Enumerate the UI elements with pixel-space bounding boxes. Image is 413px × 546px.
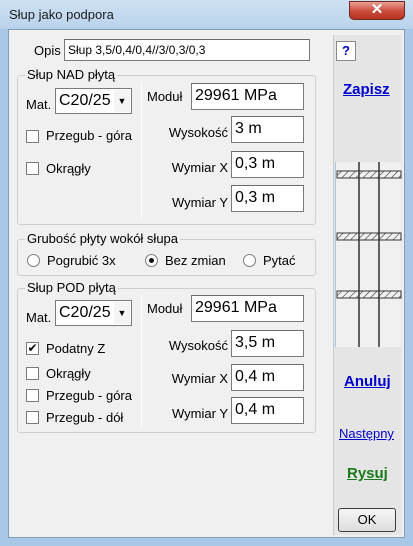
radio-pytac[interactable] [243,254,256,267]
nastepny-link[interactable]: Następny [339,426,394,441]
nad-mat-select[interactable]: C20/25 ▼ [55,88,132,114]
chevron-down-icon: ▼ [114,90,130,112]
pod-mat-select[interactable]: C20/25 ▼ [55,300,132,326]
close-icon: ✕ [370,1,384,18]
pod-wysokosc-label: Wysokość [168,338,228,353]
window-frame-bottom [0,538,413,546]
radio-bez-zmian-label: Bez zmian [165,253,226,268]
group-pod-divider [141,295,142,427]
pod-przegub-gora-checkbox[interactable] [26,389,39,402]
nad-wymiar-x-label: Wymiar X [171,160,228,175]
nad-wymiar-y-label: Wymiar Y [172,195,228,210]
nad-przegub-gora-label: Przegub - góra [46,128,132,143]
pod-przegub-dol-label: Przegub - dół [46,410,124,425]
group-slup-pod-legend: Słup POD płytą [25,280,118,295]
column-slab-diagram-icon [336,162,402,347]
pod-modul-input[interactable]: 29961 MPa [191,295,304,322]
checkmark-icon: ✔ [27,341,38,355]
pod-mat-value: C20/25 [59,304,111,321]
pod-wymiar-x-label: Wymiar X [171,371,228,386]
chevron-down-icon: ▼ [114,302,130,324]
ok-button[interactable]: OK [338,508,396,532]
group-grubosc-legend: Grubość płyty wokół słupa [25,231,181,246]
window-title: Słup jako podpora [9,7,114,22]
rysuj-link[interactable]: Rysuj [347,465,388,482]
nad-wysokosc-input[interactable]: 3 m [231,116,304,143]
pod-wysokosc-input[interactable]: 3,5 m [231,330,304,357]
nad-wymiar-x-input[interactable]: 0,3 m [231,151,304,178]
radio-bez-zmian[interactable] [145,254,158,267]
opis-label: Opis [34,43,61,58]
nad-mat-value: C20/25 [59,92,111,109]
anuluj-link[interactable]: Anuluj [344,373,391,390]
pod-okragly-label: Okrągły [46,366,91,381]
pod-podatny-z-label: Podatny Z [46,341,106,356]
pod-modul-label: Moduł [147,301,183,316]
nad-wymiar-y-input[interactable]: 0,3 m [231,185,304,212]
nad-przegub-gora-checkbox[interactable] [26,130,39,143]
help-button[interactable]: ? [336,41,356,61]
nad-wysokosc-label: Wysokość [168,125,228,140]
title-bar: Słup jako podpora ✕ [0,0,413,29]
help-icon: ? [342,43,350,58]
radio-pogrubic[interactable] [27,254,40,267]
radio-pytac-label: Pytać [263,253,296,268]
group-nad-divider [141,82,142,218]
opis-input[interactable]: Słup 3,5/0,4/0,4//3/0,3/0,3 [64,39,310,61]
close-button[interactable]: ✕ [349,1,405,20]
nad-okragly-label: Okrągły [46,161,91,176]
pod-mat-label: Mat. [26,310,52,325]
ok-button-label: OK [357,512,377,527]
pod-okragly-checkbox[interactable] [26,367,39,380]
pod-przegub-gora-label: Przegub - góra [46,388,132,403]
pod-wymiar-y-input[interactable]: 0,4 m [231,397,304,424]
group-slup-nad-legend: Słup NAD płytą [25,67,118,82]
radio-pogrubic-label: Pogrubić 3x [47,253,116,268]
nad-modul-input[interactable]: 29961 MPa [191,83,304,110]
pod-podatny-z-checkbox[interactable]: ✔ [26,342,39,355]
pod-przegub-dol-checkbox[interactable] [26,411,39,424]
nad-okragly-checkbox[interactable] [26,162,39,175]
zapisz-link[interactable]: Zapisz [343,81,390,98]
pod-wymiar-y-label: Wymiar Y [172,406,228,421]
pod-wymiar-x-input[interactable]: 0,4 m [231,364,304,391]
nad-mat-label: Mat. [26,97,52,112]
nad-modul-label: Moduł [147,89,183,104]
column-diagram [335,162,402,347]
